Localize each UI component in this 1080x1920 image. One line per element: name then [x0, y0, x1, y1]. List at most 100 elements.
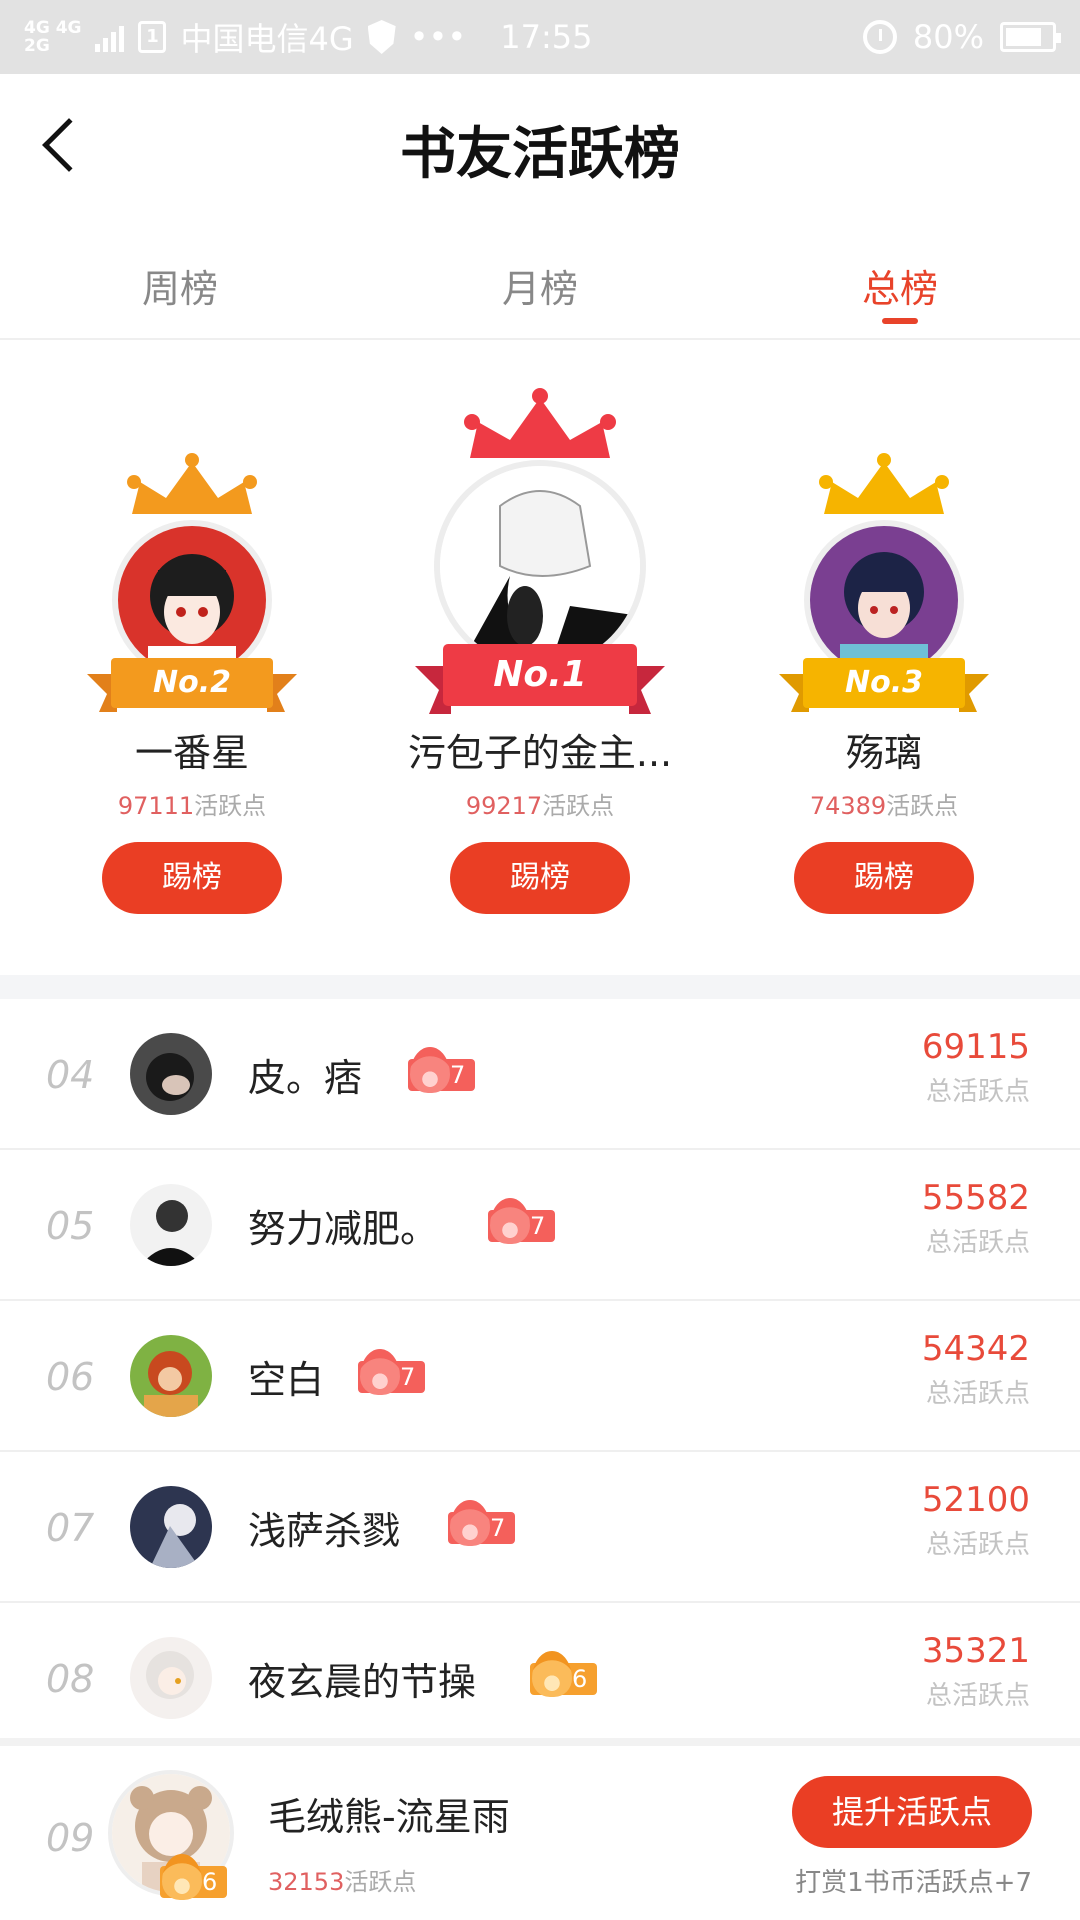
podium-second: No.2 一番星 97111活跃点 踢榜 [42, 342, 342, 972]
list-item[interactable]: 08 夜玄晨的节操 6 35321 总活跃点 [0, 1603, 1080, 1754]
rank-number: 06 [46, 1355, 95, 1399]
boost-activity-button[interactable]: 提升活跃点 [792, 1776, 1032, 1848]
podium-name[interactable]: 污包子的金主... [390, 722, 690, 777]
page-title: 书友活跃榜 [400, 121, 680, 187]
points-value: 99217 [465, 792, 543, 820]
rank-number: 05 [46, 1204, 95, 1248]
score-value: 55582 [921, 1178, 1030, 1218]
battery-percent: 80% [912, 18, 984, 56]
sim-card-icon: 1 [138, 21, 167, 53]
level-badge: 7 [408, 1047, 476, 1093]
user-name[interactable]: 皮。痞 [248, 1047, 362, 1102]
score-value: 69115 [921, 1027, 1030, 1067]
flame-icon [410, 1047, 450, 1093]
score-block: 52100 总活跃点 [922, 1480, 1030, 1561]
score-label: 总活跃点 [925, 1530, 1030, 1560]
podium-first: No.1 污包子的金主... 99217活跃点 踢榜 [390, 342, 690, 972]
ranking-list: 04 皮。痞 7 69115 总活跃点 05 努力减肥。 7 55582 总活跃… [0, 999, 1080, 1754]
kick-button[interactable]: 踢榜 [794, 842, 974, 914]
podium-points: 74389活跃点 [734, 786, 1034, 821]
my-rank-bar: 09 6 毛绒熊-流星雨 32153活跃点 提升活跃点 打赏1书币活跃点+7 [0, 1738, 1080, 1920]
podium-points: 99217活跃点 [390, 786, 690, 821]
battery-fill [1006, 28, 1042, 46]
score-block: 35321 总活跃点 [922, 1631, 1030, 1712]
podium-name[interactable]: 一番星 [42, 722, 342, 777]
list-item[interactable]: 05 努力减肥。 7 55582 总活跃点 [0, 1150, 1080, 1301]
points-unit: 活跃点 [344, 1868, 417, 1896]
back-button[interactable] [36, 118, 96, 178]
rank-label: No.3 [845, 665, 923, 700]
avatar[interactable] [130, 1637, 212, 1719]
list-item[interactable]: 04 皮。痞 7 69115 总活跃点 [0, 999, 1080, 1150]
shield-icon [367, 20, 396, 54]
chevron-left-icon [42, 118, 96, 172]
section-divider [0, 975, 1080, 999]
level-value: 7 [490, 1514, 506, 1542]
level-badge: 6 [530, 1651, 598, 1697]
level-badge: 7 [448, 1500, 516, 1546]
level-value: 7 [530, 1212, 546, 1240]
user-name[interactable]: 努力减肥。 [248, 1198, 438, 1253]
avatar[interactable] [130, 1486, 212, 1568]
score-label: 总活跃点 [925, 1228, 1030, 1258]
list-item[interactable]: 06 空白 7 54342 总活跃点 [0, 1301, 1080, 1452]
flame-icon [162, 1854, 202, 1900]
avatar[interactable] [130, 1335, 212, 1417]
kick-button[interactable]: 踢榜 [450, 842, 630, 914]
crown-icon [819, 453, 949, 514]
boost-hint: 打赏1书币活跃点+7 [795, 1868, 1032, 1898]
kick-button[interactable]: 踢榜 [102, 842, 282, 914]
alarm-clock-icon [862, 20, 897, 54]
network-type-top: 4G 4G [24, 18, 82, 38]
network-type-bottom: 2G [24, 36, 50, 56]
points-value: 32153 [268, 1868, 345, 1896]
user-name[interactable]: 夜玄晨的节操 [248, 1651, 476, 1706]
network-indicator: 4G 4G 2G [24, 19, 81, 55]
more-dots: ••• [409, 18, 467, 56]
score-value: 35321 [921, 1631, 1030, 1671]
rank-number: 08 [46, 1657, 95, 1701]
rank-label: No.2 [153, 665, 231, 700]
my-level-badge: 6 [160, 1854, 228, 1900]
flame-icon [450, 1500, 490, 1546]
score-value: 54342 [921, 1329, 1030, 1369]
rank-label: No.1 [493, 654, 587, 695]
tab-monthly[interactable]: 月榜 [360, 224, 720, 338]
podium-points: 97111活跃点 [42, 786, 342, 821]
ranking-tabs: 周榜 月榜 总榜 [0, 224, 1080, 340]
points-unit: 活跃点 [542, 792, 615, 820]
level-badge: 7 [488, 1198, 556, 1244]
score-label: 总活跃点 [925, 1681, 1030, 1711]
list-item[interactable]: 07 浅萨杀戮 7 52100 总活跃点 [0, 1452, 1080, 1603]
level-value: 6 [202, 1868, 218, 1896]
points-value: 97111 [117, 792, 195, 820]
score-value: 52100 [921, 1480, 1030, 1520]
avatar[interactable] [130, 1184, 212, 1266]
podium-name[interactable]: 殇璃 [734, 722, 1034, 777]
flame-icon [360, 1349, 400, 1395]
tab-total[interactable]: 总榜 [720, 224, 1080, 338]
crown-icon [127, 453, 257, 514]
tab-weekly[interactable]: 周榜 [0, 224, 360, 338]
rank-number: 04 [46, 1053, 95, 1097]
score-label: 总活跃点 [925, 1379, 1030, 1409]
user-name[interactable]: 空白 [248, 1349, 324, 1404]
status-bar: 4G 4G 2G 1 中国电信4G ••• 17:55 80% [0, 0, 1080, 74]
flame-icon [532, 1651, 572, 1697]
app-header: 书友活跃榜 [0, 74, 1080, 224]
points-unit: 活跃点 [886, 792, 959, 820]
clock: 17:55 [500, 18, 593, 56]
rank-number: 07 [46, 1506, 95, 1550]
points-value: 74389 [809, 792, 887, 820]
battery-icon [1000, 22, 1061, 52]
score-block: 54342 总活跃点 [922, 1329, 1030, 1410]
level-badge: 7 [358, 1349, 426, 1395]
level-value: 6 [572, 1665, 588, 1693]
level-value: 7 [400, 1363, 416, 1391]
carrier-label: 中国电信4G [180, 20, 354, 58]
avatar[interactable] [130, 1033, 212, 1115]
score-block: 69115 总活跃点 [922, 1027, 1030, 1108]
user-name[interactable]: 浅萨杀戮 [248, 1500, 400, 1555]
podium-third: No.3 殇璃 74389活跃点 踢榜 [734, 342, 1034, 972]
my-name: 毛绒熊-流星雨 [268, 1795, 510, 1839]
